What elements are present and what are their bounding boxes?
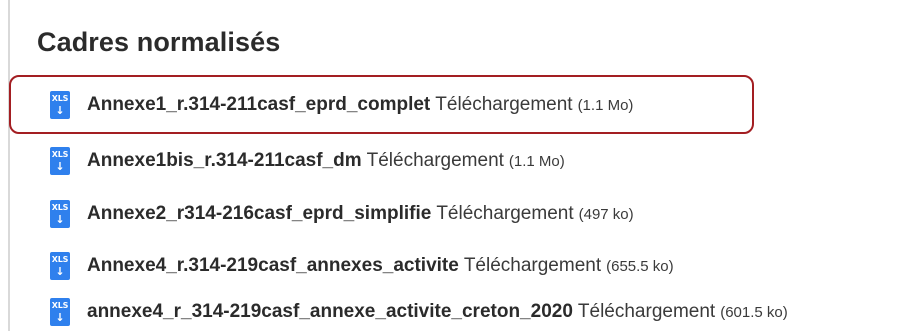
- download-label: Téléchargement: [577, 301, 716, 322]
- file-item: XLS ↓ annexe4_r_314-219casf_annexe_activ…: [50, 297, 788, 327]
- file-link[interactable]: Annexe4_r.314-219casf_annexes_activite: [87, 255, 459, 277]
- download-label: Téléchargement: [435, 94, 573, 115]
- file-item: XLS ↓ Annexe1bis_r.314-211casf_dm Téléch…: [50, 146, 565, 176]
- xls-label: XLS: [51, 150, 69, 159]
- file-link[interactable]: Annexe1bis_r.314-211casf_dm: [87, 150, 362, 172]
- file-size: (1.1 Mo): [508, 152, 565, 170]
- download-label: Téléchargement: [366, 150, 504, 171]
- xls-label: XLS: [51, 203, 69, 212]
- download-arrow-icon: ↓: [55, 104, 65, 117]
- download-arrow-icon: ↓: [55, 311, 65, 324]
- file-item: XLS ↓ Annexe4_r.314-219casf_annexes_acti…: [50, 251, 674, 281]
- xls-download-icon[interactable]: XLS ↓: [50, 91, 70, 119]
- file-link[interactable]: Annexe1_r.314-211casf_eprd_complet: [87, 94, 430, 116]
- file-item: XLS ↓ Annexe2_r314-216casf_eprd_simplifi…: [50, 199, 634, 229]
- xls-download-icon[interactable]: XLS ↓: [50, 200, 70, 228]
- file-size: (1.1 Mo): [577, 96, 634, 114]
- xls-label: XLS: [51, 301, 69, 310]
- file-item: XLS ↓ Annexe1_r.314-211casf_eprd_complet…: [50, 90, 633, 120]
- download-label: Téléchargement: [436, 203, 574, 224]
- section-title: Cadres normalisés: [37, 27, 281, 57]
- left-divider: [8, 0, 10, 331]
- download-label: Téléchargement: [463, 255, 602, 276]
- xls-download-icon[interactable]: XLS ↓: [50, 147, 70, 175]
- xls-label: XLS: [51, 255, 69, 264]
- xls-download-icon[interactable]: XLS ↓: [50, 252, 70, 280]
- download-arrow-icon: ↓: [55, 160, 65, 173]
- xls-download-icon[interactable]: XLS ↓: [50, 298, 70, 326]
- file-link[interactable]: annexe4_r_314-219casf_annexe_activite_cr…: [87, 301, 573, 323]
- file-size: (497 ko): [578, 205, 634, 223]
- file-link[interactable]: Annexe2_r314-216casf_eprd_simplifie: [87, 203, 431, 225]
- download-arrow-icon: ↓: [55, 213, 65, 226]
- file-size: (655.5 ko): [606, 257, 674, 275]
- download-arrow-icon: ↓: [55, 265, 65, 278]
- xls-label: XLS: [51, 94, 69, 103]
- file-size: (601.5 ko): [720, 303, 788, 321]
